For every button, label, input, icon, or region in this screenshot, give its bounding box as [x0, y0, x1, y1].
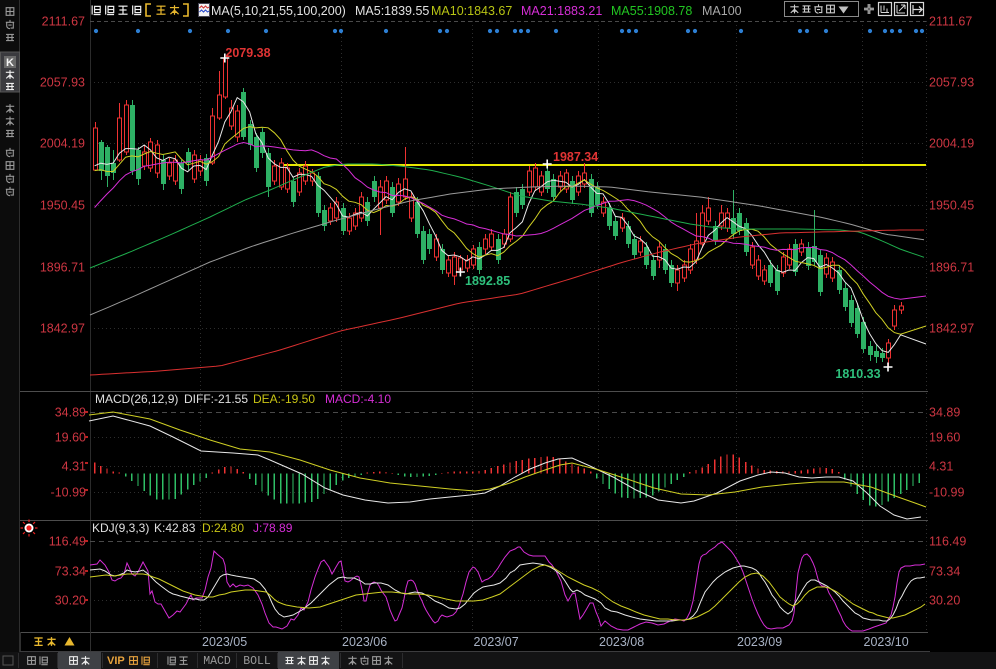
svg-text:MA5:1839.55: MA5:1839.55: [355, 4, 429, 18]
svg-text:1842.97: 1842.97: [40, 322, 85, 336]
svg-text:DEA:-19.50: DEA:-19.50: [253, 392, 315, 406]
svg-text:73.34: 73.34: [55, 565, 86, 579]
svg-text:30.20: 30.20: [929, 594, 960, 608]
svg-text:1950.45: 1950.45: [40, 199, 85, 213]
svg-text:2111.67: 2111.67: [929, 15, 972, 29]
svg-text:1950.45: 1950.45: [929, 199, 974, 213]
svg-text:2111.67: 2111.67: [42, 15, 85, 29]
svg-text:1810.33: 1810.33: [835, 367, 880, 381]
svg-text:2023/07: 2023/07: [474, 635, 519, 649]
svg-text:MA(5,10,21,55,100,200): MA(5,10,21,55,100,200): [211, 4, 346, 18]
svg-text:2057.93: 2057.93: [929, 76, 974, 90]
svg-text:4.31: 4.31: [929, 460, 953, 474]
svg-text:-10.99: -10.99: [51, 486, 86, 500]
svg-text:1842.97: 1842.97: [929, 322, 974, 336]
svg-text:-10.99: -10.99: [929, 486, 964, 500]
svg-text:J:78.89: J:78.89: [253, 521, 293, 535]
svg-text:1892.85: 1892.85: [465, 274, 510, 288]
svg-text:1987.34: 1987.34: [553, 150, 598, 164]
svg-text:MACD: MACD: [203, 655, 231, 668]
svg-text:K:42.83: K:42.83: [154, 521, 196, 535]
svg-text:73.34: 73.34: [929, 565, 960, 579]
svg-text:VIP: VIP: [107, 655, 125, 667]
svg-text:MACD(26,12,9): MACD(26,12,9): [95, 392, 178, 406]
svg-text:2023/10: 2023/10: [864, 635, 909, 649]
svg-text:34.89: 34.89: [55, 406, 86, 420]
svg-text:K: K: [6, 57, 14, 69]
svg-text:30.20: 30.20: [55, 594, 86, 608]
svg-text:2023/06: 2023/06: [342, 635, 387, 649]
svg-text:2004.19: 2004.19: [40, 137, 85, 151]
svg-text:19.60: 19.60: [55, 431, 86, 445]
svg-text:19.60: 19.60: [929, 431, 960, 445]
svg-text:BOLL: BOLL: [243, 655, 271, 668]
svg-text:2023/09: 2023/09: [737, 635, 782, 649]
svg-text:2004.19: 2004.19: [929, 137, 974, 151]
svg-text:MA10:1843.67: MA10:1843.67: [431, 4, 512, 18]
svg-text:KDJ(9,3,3): KDJ(9,3,3): [92, 521, 149, 535]
svg-text:2023/08: 2023/08: [599, 635, 644, 649]
svg-text:2057.93: 2057.93: [40, 76, 85, 90]
svg-text:116.49: 116.49: [929, 535, 966, 549]
svg-text:MA100: MA100: [702, 4, 742, 18]
svg-text:MA55:1908.78: MA55:1908.78: [611, 4, 692, 18]
svg-text:MA21:1883.21: MA21:1883.21: [521, 4, 602, 18]
svg-text:DIFF:-21.55: DIFF:-21.55: [184, 392, 248, 406]
svg-text:2079.38: 2079.38: [225, 46, 270, 60]
svg-text:1896.71: 1896.71: [929, 261, 974, 275]
svg-text:MACD:-4.10: MACD:-4.10: [325, 392, 391, 406]
svg-text:2023/05: 2023/05: [202, 635, 247, 649]
svg-text:1896.71: 1896.71: [40, 261, 85, 275]
svg-text:4.31: 4.31: [62, 460, 86, 474]
svg-text:D:24.80: D:24.80: [202, 521, 244, 535]
svg-text:34.89: 34.89: [929, 406, 960, 420]
svg-text:116.49: 116.49: [49, 535, 86, 549]
